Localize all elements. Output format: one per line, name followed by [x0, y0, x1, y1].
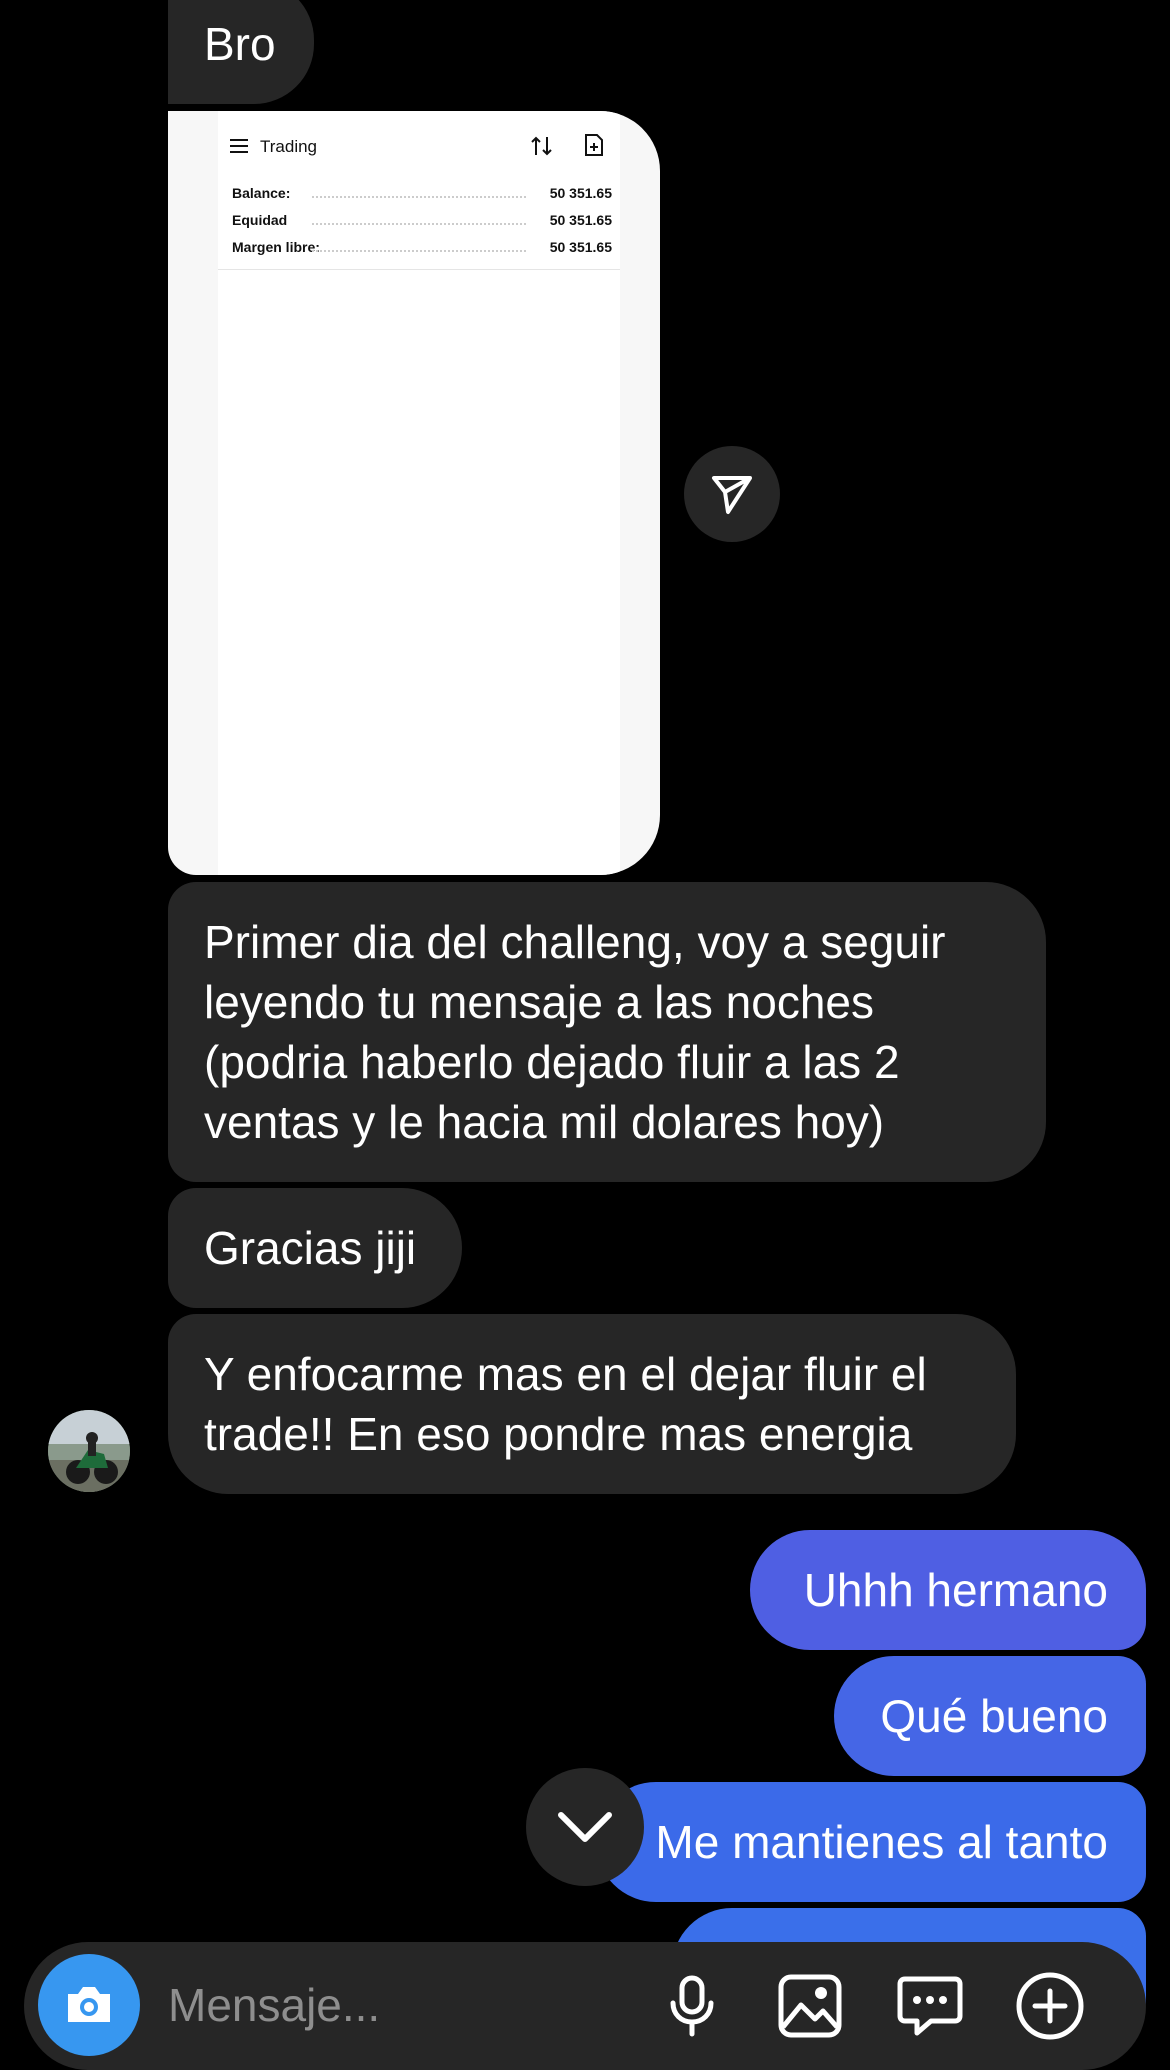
message-text: Me mantienes al tanto [655, 1816, 1108, 1868]
gallery-button[interactable] [772, 1968, 848, 2044]
share-button[interactable] [684, 446, 780, 542]
message-text: Gracias jiji [204, 1222, 417, 1274]
balance-row: Balance: 50 351.65 [232, 185, 612, 201]
app-title: Trading [260, 137, 318, 156]
camera-button[interactable] [38, 1954, 140, 2056]
scroll-to-bottom-button[interactable] [526, 1768, 644, 1886]
paper-plane-icon [712, 476, 752, 514]
incoming-message[interactable]: Primer dia del challeng, voy a seguir le… [168, 882, 1046, 1182]
shared-image-message[interactable]: Trading Balance: 50 351.65 Equidad 50 35… [168, 111, 660, 875]
chevron-down-icon [558, 1812, 612, 1842]
message-text: Primer dia del challeng, voy a seguir le… [204, 916, 946, 1148]
image-icon [778, 1974, 842, 2038]
avatar[interactable] [48, 1410, 130, 1492]
incoming-message[interactable]: Y enfocarme mas en el dejar fluir el tra… [168, 1314, 1016, 1494]
message-text: Uhhh hermano [803, 1564, 1108, 1616]
incoming-message[interactable]: Bro [168, 0, 314, 104]
outgoing-message[interactable]: Me mantienes al tanto [596, 1782, 1146, 1902]
message-input[interactable]: Mensaje... [168, 1978, 380, 2032]
message-text: Y enfocarme mas en el dejar fluir el tra… [204, 1348, 927, 1460]
camera-icon [68, 1987, 110, 2022]
free-margin-row: Margen libre: 50 351.65 [232, 239, 612, 255]
divider [218, 269, 620, 270]
message-composer: Mensaje... [24, 1942, 1146, 2070]
incoming-message[interactable]: Gracias jiji [168, 1188, 462, 1308]
outgoing-message[interactable]: Qué bueno [834, 1656, 1146, 1776]
message-text: Qué bueno [880, 1690, 1108, 1742]
outgoing-message[interactable]: Uhhh hermano [750, 1530, 1146, 1650]
profile-photo [48, 1410, 130, 1492]
microphone-icon [670, 1975, 714, 2037]
add-button[interactable] [1012, 1968, 1088, 2044]
sort-icon [531, 136, 552, 156]
sticker-button[interactable] [892, 1968, 968, 2044]
message-text: Bro [204, 18, 276, 70]
shared-screenshot: Trading Balance: 50 351.65 Equidad 50 35… [218, 111, 620, 875]
microphone-button[interactable] [654, 1968, 730, 2044]
chat-bubble-icon [897, 1976, 963, 2036]
plus-circle-icon [1016, 1972, 1084, 2040]
equity-row: Equidad 50 351.65 [232, 212, 612, 228]
menu-icon [230, 139, 248, 153]
new-document-icon [585, 134, 603, 156]
